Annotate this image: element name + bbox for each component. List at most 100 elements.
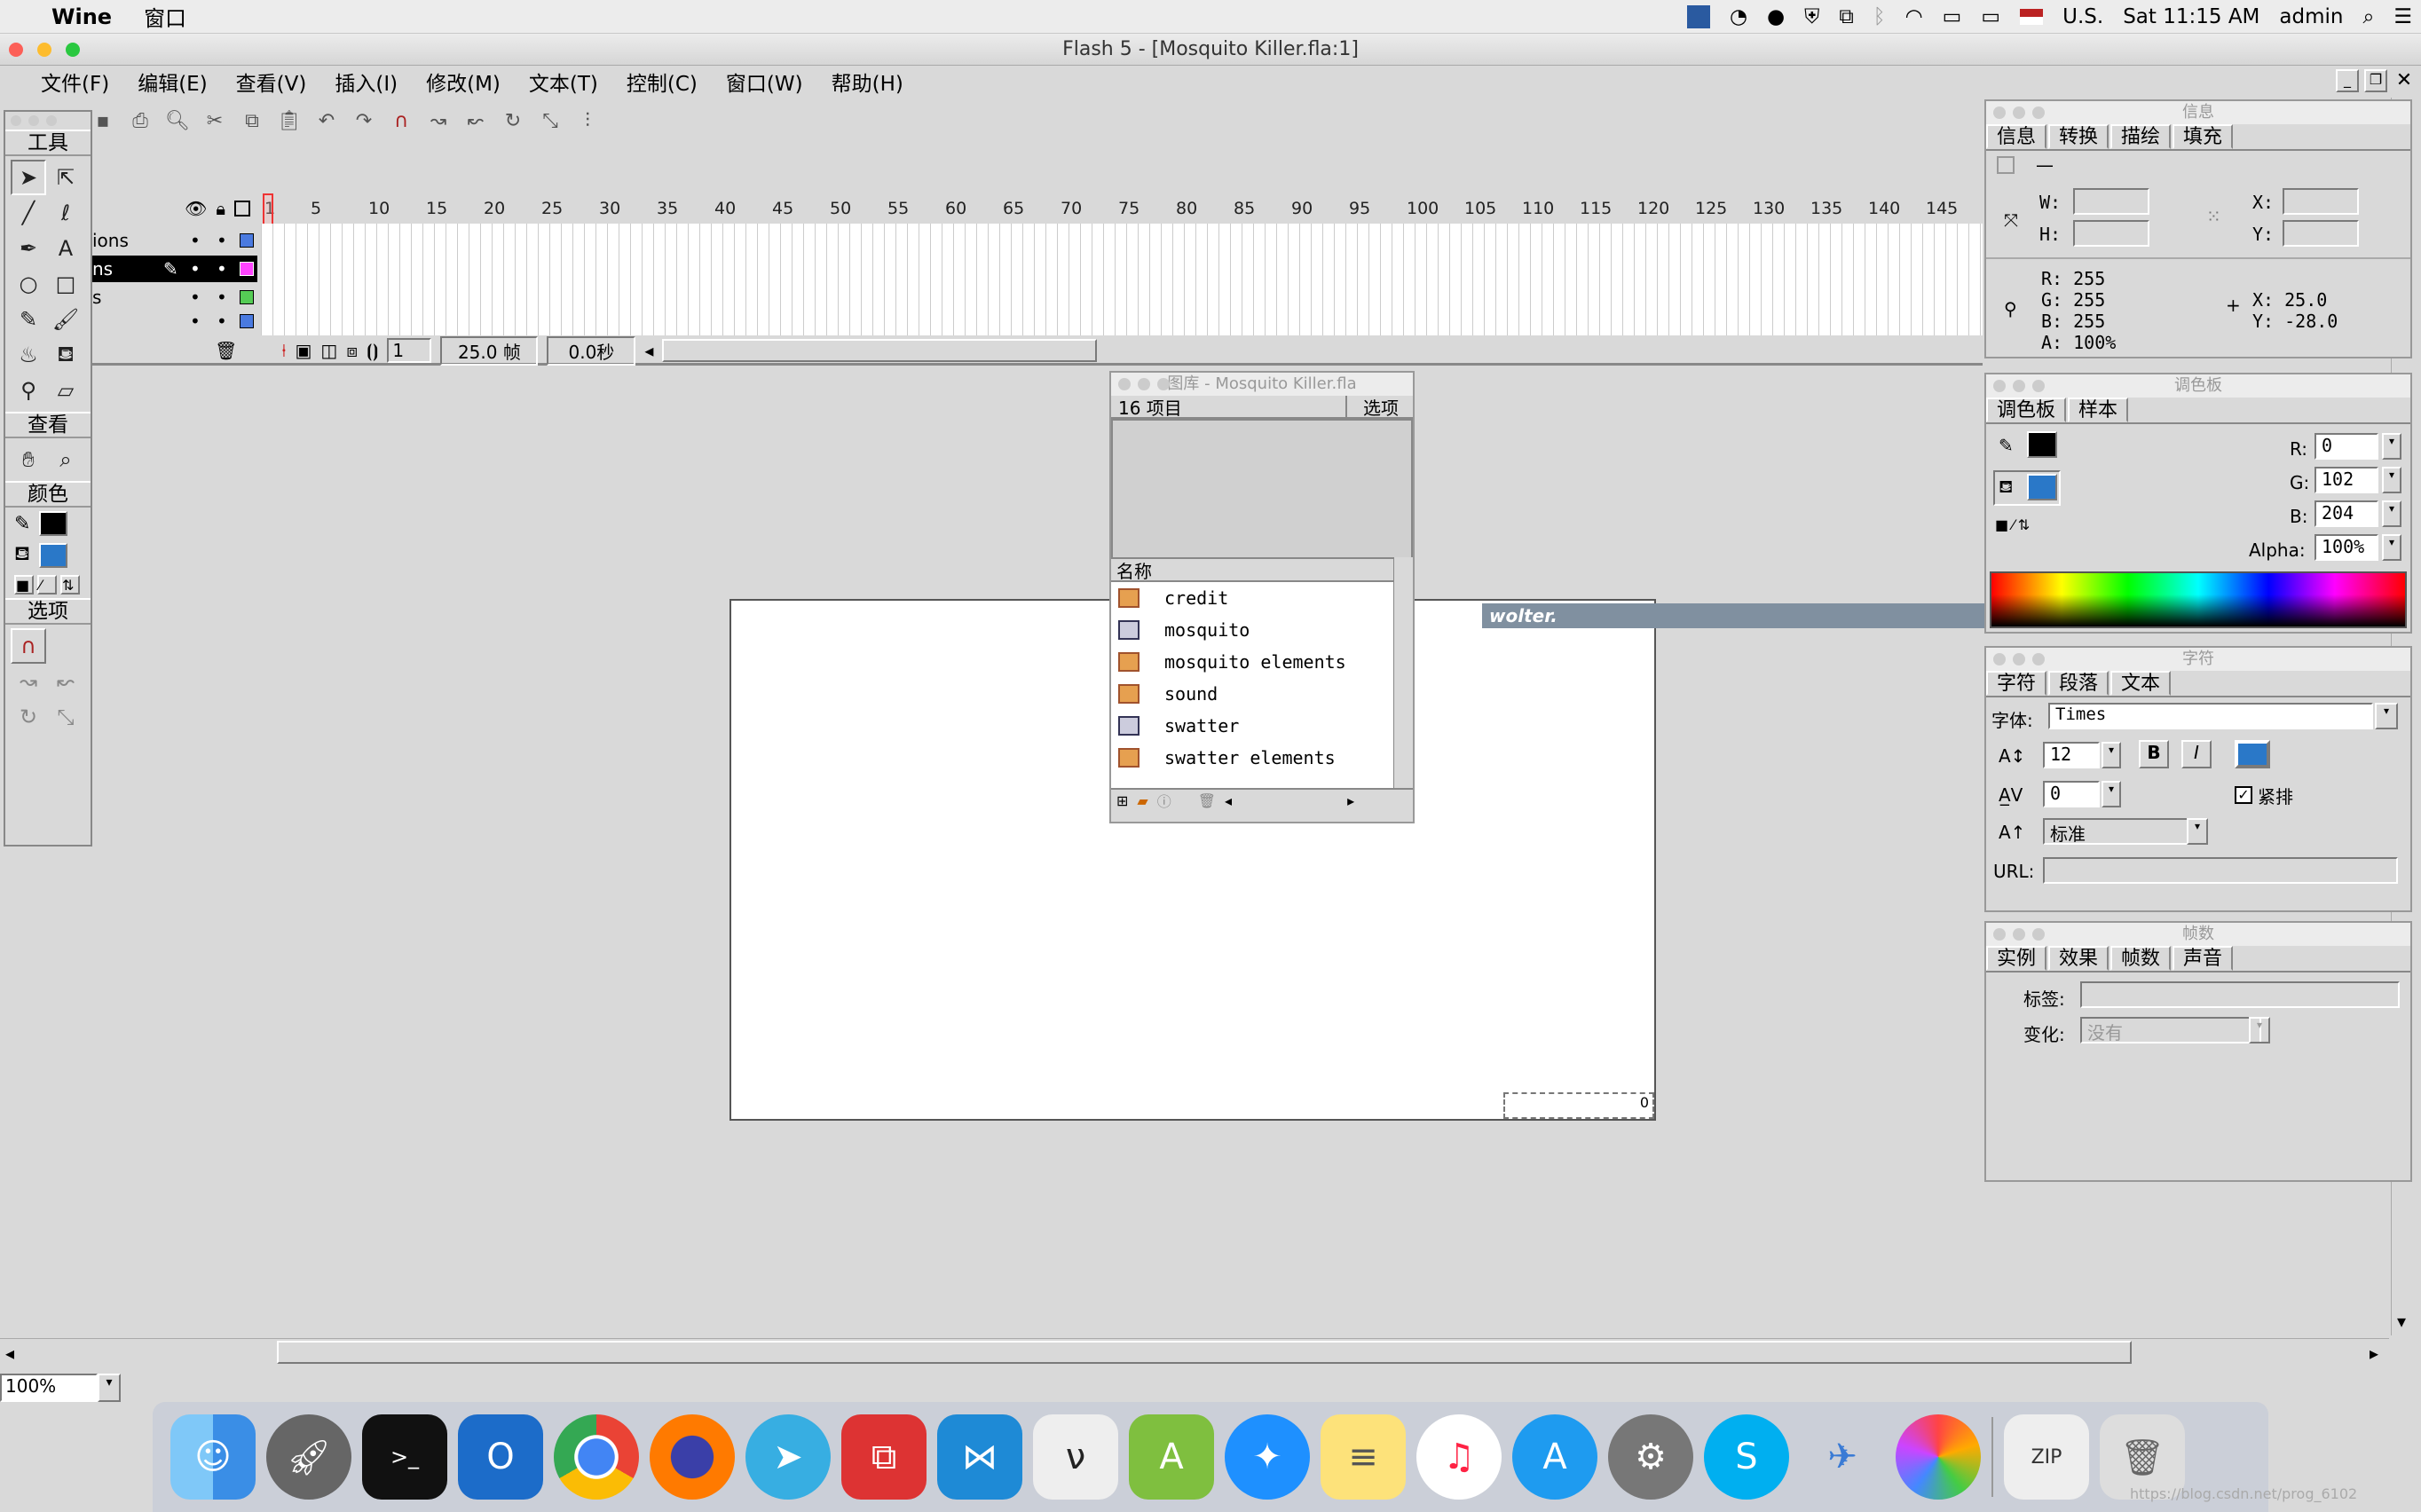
tab-paragraph[interactable]: 段落 [2048, 671, 2110, 696]
paste-icon[interactable]: 📋︎ [275, 107, 304, 136]
spotlight-icon[interactable]: ⌕ [2362, 5, 2374, 28]
close-doc-button[interactable]: ✕ [2393, 69, 2416, 92]
frame-grid[interactable] [261, 224, 1983, 335]
eraser-tool-icon[interactable]: ▱ [48, 373, 83, 408]
properties-icon[interactable]: ⓘ [1157, 790, 1171, 811]
mixer-fill-swatch[interactable] [2027, 474, 2057, 500]
user-name[interactable]: admin [2279, 5, 2343, 28]
tab-fill[interactable]: 填充 [2173, 124, 2234, 149]
itunes-icon[interactable]: ♫ [1416, 1414, 1502, 1500]
lasso-tool-icon[interactable]: ℓ [48, 195, 83, 231]
tab-effect[interactable]: 效果 [2048, 946, 2110, 971]
hand-tool-icon[interactable]: ✋︎ [11, 442, 46, 477]
window-icon[interactable]: ⧉ [1839, 5, 1853, 28]
rotate-option-icon[interactable]: ↻ [11, 699, 46, 735]
font-dropdown-icon[interactable]: ▾ [2375, 703, 2398, 729]
copy-icon[interactable]: ⧉ [238, 107, 266, 136]
wifi-icon[interactable]: ◠ [1905, 5, 1923, 28]
rectangle-tool-icon[interactable]: □ [48, 266, 83, 302]
swap-colors-icon[interactable]: ⇅ [60, 575, 80, 595]
menu-file[interactable]: 文件(F) [27, 67, 123, 97]
tab-transform[interactable]: 转换 [2048, 124, 2110, 149]
library-scroll-left[interactable]: ◂ [1225, 792, 1232, 809]
x-field[interactable] [2283, 188, 2359, 215]
straighten-option-icon[interactable]: ↜ [48, 664, 83, 699]
list-item[interactable]: sound [1111, 678, 1413, 710]
library-options-button[interactable]: 选项 [1345, 393, 1406, 420]
input-source[interactable]: U.S. [2062, 5, 2103, 28]
layer-row-selected[interactable]: ns ✎ • • [92, 256, 257, 282]
menu-window-app[interactable]: 窗口(W) [712, 67, 817, 97]
tab-instance[interactable]: 实例 [1986, 946, 2047, 971]
tracking-field[interactable]: 0 [2043, 781, 2100, 807]
outlook-icon[interactable]: O [458, 1414, 543, 1500]
flag-icon[interactable] [2020, 9, 2044, 25]
clock-app-icon[interactable]: ◔ [1730, 5, 1747, 28]
show-hide-icon[interactable]: 👁︎ [185, 198, 207, 219]
parallels-icon[interactable]: ⧉ [841, 1414, 927, 1500]
list-item[interactable]: credit [1111, 582, 1413, 614]
onion-skin-icon[interactable]: ▣ [296, 340, 312, 361]
minimize-window-button[interactable] [37, 43, 51, 57]
bold-button[interactable]: B [2139, 740, 2169, 768]
layer-row[interactable]: s • • [92, 284, 257, 311]
smooth-icon[interactable]: ↝ [424, 107, 453, 136]
stroke-color-swatch[interactable] [39, 511, 68, 536]
baseline-dropdown-icon[interactable]: ▾ [2187, 818, 2208, 845]
b-dropdown-icon[interactable]: ▾ [2382, 500, 2401, 527]
scroll-right-icon[interactable]: ▸ [2370, 1343, 2378, 1364]
restore-doc-button[interactable]: ❐ [2364, 69, 2387, 92]
library-header[interactable]: 名称 [1111, 559, 1413, 582]
notification-center-icon[interactable]: ☰ [2393, 5, 2412, 28]
zip-archive-icon[interactable]: ZIP [2004, 1414, 2089, 1500]
lite-app-icon[interactable]: ✈ [1800, 1414, 1885, 1500]
zoom-field[interactable]: 100% [0, 1374, 98, 1402]
chrome-icon[interactable] [554, 1414, 639, 1500]
new-folder-icon[interactable]: ▰ [1137, 792, 1147, 809]
registration-grid-icon[interactable]: ⁙ [2206, 206, 2221, 227]
list-item[interactable]: mosquito [1111, 614, 1413, 646]
timeline-scroll-left[interactable]: ◂ [644, 340, 653, 361]
tab-mixer[interactable]: 调色板 [1986, 398, 2067, 422]
rotate-icon[interactable]: ↻ [499, 107, 527, 136]
font-field[interactable]: Times [2048, 703, 2373, 729]
menu-view[interactable]: 查看(V) [222, 67, 321, 97]
url-field[interactable] [2043, 857, 2398, 884]
menu-control[interactable]: 控制(C) [612, 67, 712, 97]
baseline-select[interactable]: 标准 [2043, 818, 2188, 845]
menu-edit[interactable]: 编辑(E) [123, 67, 221, 97]
stage-horizontal-scrollbar[interactable]: ◂ ▸ [0, 1338, 2389, 1365]
scale-option-icon[interactable]: ⤡ [48, 699, 83, 735]
zoom-window-button[interactable] [66, 43, 80, 57]
alpha-dropdown-icon[interactable]: ▾ [2382, 534, 2401, 561]
new-symbol-icon[interactable]: ⊞ [1116, 792, 1128, 809]
mixer-no-color-icon[interactable]: ⁄ [2012, 516, 2015, 533]
battery-icon[interactable]: ▭ [1981, 5, 2000, 28]
app-store-icon[interactable]: A [1512, 1414, 1597, 1500]
r-field[interactable]: 0 [2315, 433, 2378, 460]
magnet-option-icon[interactable]: ∩ [11, 628, 46, 664]
tween-dropdown-icon[interactable]: ▾ [2249, 1017, 2270, 1043]
menu-text[interactable]: 文本(T) [515, 67, 612, 97]
h-field[interactable] [2073, 220, 2149, 247]
launchpad-icon[interactable]: 🚀︎ [266, 1414, 351, 1500]
name-column-header[interactable]: 名称 [1116, 557, 1152, 583]
finder-icon[interactable]: ☺ [170, 1414, 256, 1500]
onion-markers-icon[interactable]: ⦗⦘ [367, 340, 378, 361]
timeline-scrollbar-thumb[interactable] [662, 339, 1098, 362]
delete-layer-icon[interactable]: 🗑︎ [215, 340, 237, 361]
zoom-control[interactable]: 100% ▾ [0, 1374, 121, 1402]
undo-icon[interactable]: ↶ [312, 107, 341, 136]
telegram-icon[interactable]: ➤ [745, 1414, 831, 1500]
w-field[interactable] [2073, 188, 2149, 215]
subselect-tool-icon[interactable]: ⇱ [48, 160, 83, 195]
kerning-checkbox[interactable]: ✓ [2235, 786, 2252, 804]
g-field[interactable]: 102 [2315, 467, 2378, 493]
straighten-icon[interactable]: ↜ [461, 107, 490, 136]
tab-character[interactable]: 字符 [1986, 671, 2047, 696]
onion-outline-icon[interactable]: ◫ [320, 340, 337, 361]
system-preferences-icon[interactable]: ⚙ [1608, 1414, 1693, 1500]
android-studio-icon[interactable]: A [1129, 1414, 1214, 1500]
brush-tool-icon[interactable]: 🖌︎ [48, 302, 83, 337]
menu-modify[interactable]: 修改(M) [412, 67, 515, 97]
